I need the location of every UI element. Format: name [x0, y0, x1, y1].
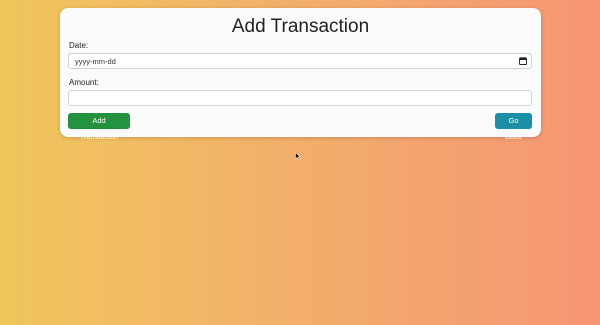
date-field-placeholder: yyyy-mm-dd	[75, 57, 116, 66]
add-transaction-button[interactable]: Add Transaction	[68, 113, 130, 141]
date-field[interactable]: yyyy-mm-dd	[68, 53, 532, 69]
amount-label: Amount:	[69, 78, 99, 87]
go-back-button[interactable]: Go Back	[495, 113, 532, 141]
page-title: Add Transaction	[231, 16, 370, 37]
mouse-cursor-icon	[295, 152, 301, 160]
amount-input[interactable]	[68, 90, 532, 106]
date-label: Date:	[69, 41, 89, 50]
transaction-form-card: Add Transaction Date: yyyy-mm-dd Amount:…	[60, 8, 541, 141]
calendar-icon[interactable]	[519, 57, 527, 65]
